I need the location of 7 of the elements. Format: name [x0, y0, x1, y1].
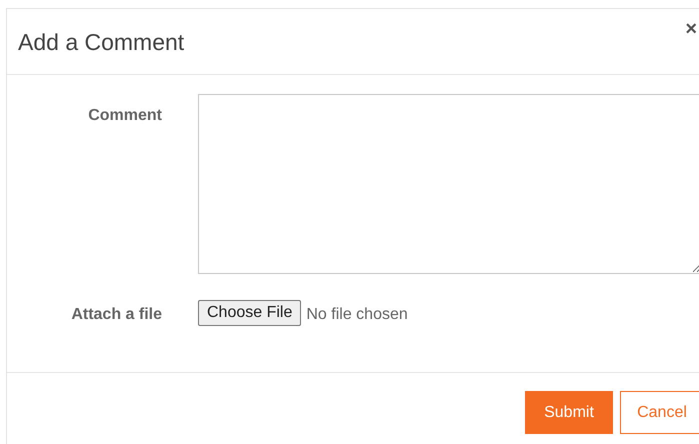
choose-file-button[interactable]: Choose File	[198, 300, 302, 326]
dialog-title: Add a Comment	[18, 28, 184, 57]
field-label: Attach a file	[71, 305, 162, 325]
file-status: No file chosen	[306, 305, 408, 325]
comment-field[interactable]	[198, 94, 699, 274]
field-label: Comment	[88, 106, 162, 126]
close-button[interactable]: ×	[685, 19, 697, 39]
